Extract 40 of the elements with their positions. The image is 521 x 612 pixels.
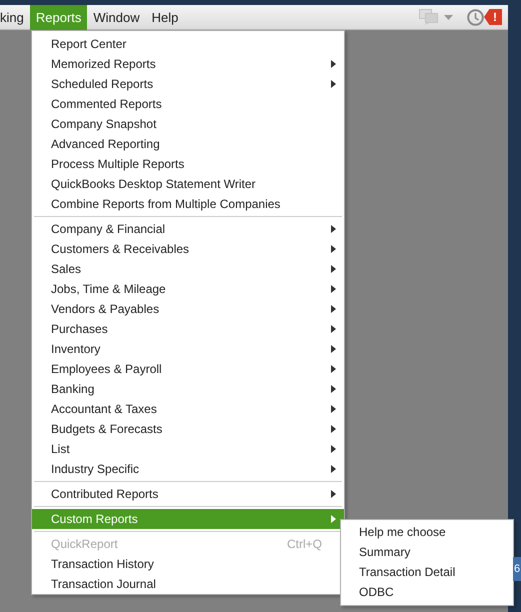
menu-item[interactable]: Jobs, Time & Mileage — [32, 279, 344, 299]
menu-item[interactable]: Company Snapshot — [32, 114, 344, 134]
menu-item[interactable]: Contributed Reports — [32, 484, 344, 504]
menu-item[interactable]: Industry Specific — [32, 459, 344, 479]
shortcut-label: Ctrl+Q — [286, 536, 322, 553]
menu-item[interactable]: Purchases — [32, 319, 344, 339]
menu-item[interactable]: Process Multiple Reports — [32, 154, 344, 174]
edge-tab[interactable]: 6 — [513, 557, 521, 581]
menu-bar-item[interactable]: Help — [146, 4, 184, 30]
caret-icon[interactable] — [444, 14, 453, 20]
alert-badge[interactable]: ! — [484, 9, 502, 25]
menu-item[interactable]: QuickBooks Desktop Statement Writer — [32, 174, 344, 194]
menu-item[interactable]: Help me choose — [341, 522, 513, 542]
menu-item[interactable]: Inventory — [32, 339, 344, 359]
menu-item[interactable]: Advanced Reporting — [32, 134, 344, 154]
menu-item[interactable]: Transaction Detail — [341, 562, 513, 582]
menu-bar-item[interactable]: Reports — [30, 4, 88, 30]
menu-item[interactable]: ODBC — [341, 582, 513, 602]
menu-item[interactable]: Sales — [32, 259, 344, 279]
menu-item[interactable]: Custom Reports — [32, 509, 344, 529]
menu-item[interactable]: Scheduled Reports — [32, 74, 344, 94]
menu-item[interactable]: Accountant & Taxes — [32, 399, 344, 419]
menu-item[interactable]: Commented Reports — [32, 94, 344, 114]
menu-item[interactable]: Report Center — [32, 34, 344, 54]
menu-item[interactable]: Company & Financial — [32, 219, 344, 239]
menu-item[interactable]: Transaction Journal — [32, 574, 344, 594]
menu-item[interactable]: List — [32, 439, 344, 459]
menu-item[interactable]: Banking — [32, 379, 344, 399]
menu-item[interactable]: Employees & Payroll — [32, 359, 344, 379]
clock-icon[interactable] — [467, 8, 484, 26]
menu-item[interactable]: Transaction History — [32, 554, 344, 574]
menu-item[interactable]: Vendors & Payables — [32, 299, 344, 319]
chat-icon[interactable] — [419, 9, 439, 25]
menu-item[interactable]: Memorized Reports — [32, 54, 344, 74]
menu-bar-item[interactable]: Window — [87, 4, 146, 30]
menu-item[interactable]: Budgets & Forecasts — [32, 419, 344, 439]
menu-item[interactable]: Summary — [341, 542, 513, 562]
menu-bar-item[interactable]: king — [0, 4, 30, 30]
menu-item[interactable]: Customers & Receivables — [32, 239, 344, 259]
menu-item[interactable]: Combine Reports from Multiple Companies — [32, 194, 344, 214]
